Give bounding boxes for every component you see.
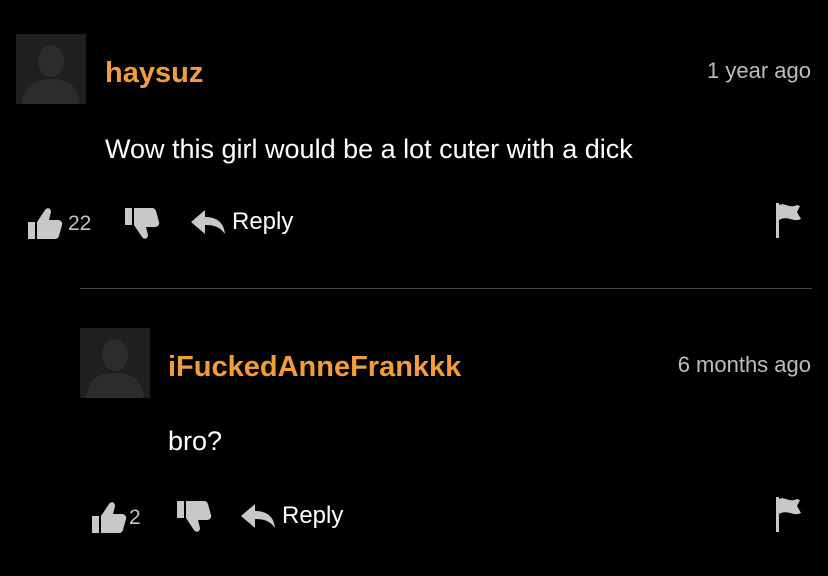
avatar-silhouette-icon [16,34,86,104]
reply-button[interactable]: Reply [190,208,293,236]
comment-username[interactable]: haysuz [105,56,203,90]
thread-divider [80,288,812,289]
reply-arrow-icon [191,210,225,234]
comment-text: bro? [168,426,223,456]
reply-label: Reply [282,502,344,529]
flag-icon[interactable] [774,201,804,239]
avatar[interactable] [80,328,150,398]
comment-username[interactable]: iFuckedAnneFrankkk [168,350,461,384]
avatar-silhouette-icon [80,328,150,398]
thumbs-up-icon[interactable] [91,500,127,534]
avatar[interactable] [16,34,86,104]
thumbs-down-icon[interactable] [124,207,160,241]
comment-timestamp: 1 year ago [707,58,811,83]
reply-label: Reply [232,208,294,235]
thumbs-up-icon[interactable] [27,206,63,240]
thumbs-down-icon[interactable] [176,500,212,534]
reply-arrow-icon [241,504,275,528]
reply-button[interactable]: Reply [240,502,343,530]
like-count: 22 [68,212,92,235]
like-count: 2 [129,506,141,529]
comment-text: Wow this girl would be a lot cuter with … [105,134,633,164]
comment-timestamp: 6 months ago [677,352,811,377]
flag-icon[interactable] [774,495,804,533]
